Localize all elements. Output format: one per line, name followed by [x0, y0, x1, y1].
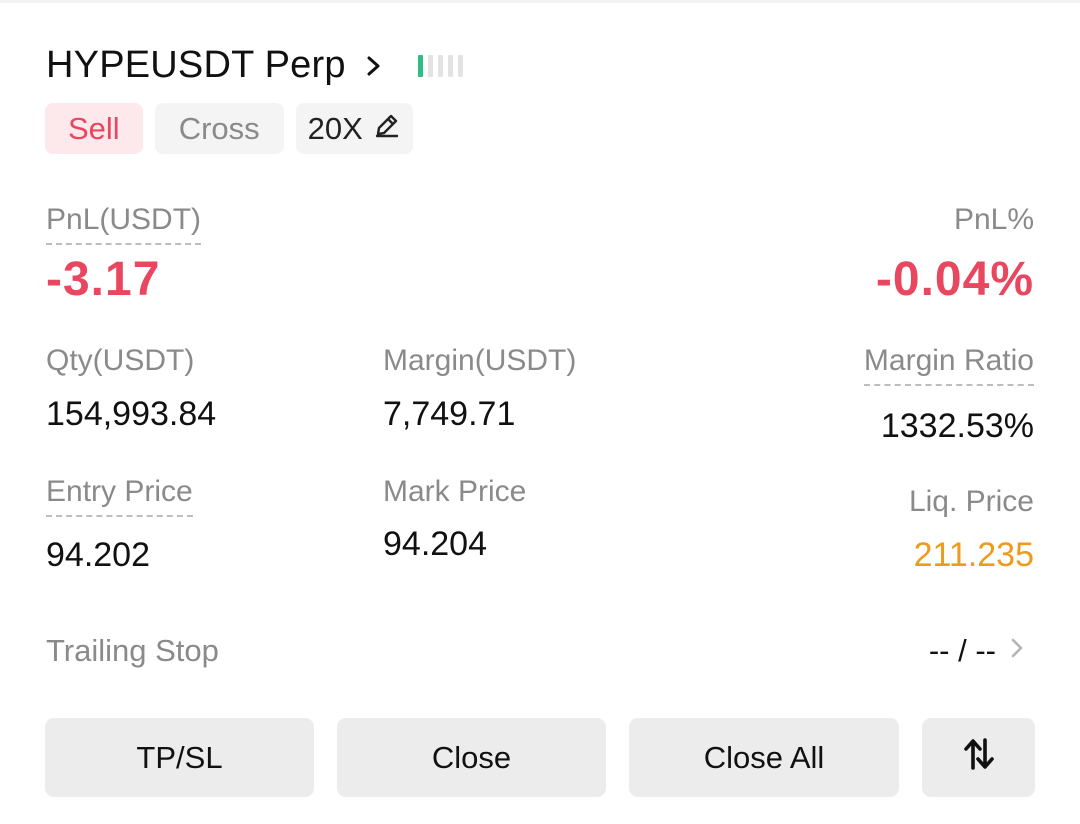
side-badge: Sell	[45, 103, 143, 154]
chevron-right-icon	[1010, 633, 1024, 669]
liq-price-label: Liq. Price	[908, 485, 1034, 518]
qty-value: 154,993.84	[46, 395, 217, 433]
trailing-stop-value: -- / --	[928, 633, 996, 668]
pnl-percent-value: -0.04%	[875, 253, 1034, 306]
leverage-value: 20X	[307, 110, 363, 146]
signal-bar	[457, 54, 463, 77]
pencil-icon	[373, 111, 401, 147]
tpsl-button[interactable]: TP/SL	[45, 718, 314, 797]
signal-bar	[447, 54, 453, 77]
top-divider	[0, 0, 1080, 3]
entry-price-value: 94.202	[46, 536, 150, 574]
mark-price-value: 94.204	[383, 525, 487, 563]
close-all-button[interactable]: Close All	[629, 718, 899, 797]
signal-bar	[437, 54, 443, 77]
reverse-position-button[interactable]	[922, 718, 1035, 797]
pnl-label[interactable]: PnL(USDT)	[46, 205, 202, 245]
margin-label: Margin(USDT)	[383, 344, 577, 377]
leverage-button[interactable]: 20X	[295, 103, 413, 154]
position-header[interactable]: HYPEUSDT Perp	[46, 44, 463, 87]
margin-ratio-value: 1332.53%	[880, 407, 1034, 445]
mark-price-label: Mark Price	[383, 475, 527, 508]
pnl-value: -3.17	[46, 253, 161, 306]
position-tags: Sell Cross 20X	[45, 103, 413, 154]
signal-bar	[427, 54, 433, 77]
close-button[interactable]: Close	[337, 718, 606, 797]
margin-mode-badge[interactable]: Cross	[154, 103, 284, 154]
liq-price-value: 211.235	[913, 536, 1034, 574]
swap-arrows-icon	[962, 736, 996, 780]
signal-bars-icon	[417, 54, 463, 77]
trailing-stop-row[interactable]: -- / --	[929, 633, 1024, 669]
pnl-percent-label: PnL%	[953, 203, 1034, 236]
margin-value: 7,749.71	[383, 395, 516, 433]
margin-ratio-label[interactable]: Margin Ratio	[863, 346, 1034, 386]
symbol-title: HYPEUSDT Perp	[46, 44, 346, 86]
entry-price-label[interactable]: Entry Price	[46, 477, 193, 517]
trailing-stop-label: Trailing Stop	[46, 633, 219, 668]
qty-label: Qty(USDT)	[46, 344, 195, 377]
chevron-right-icon[interactable]	[366, 51, 388, 81]
signal-bar	[417, 54, 423, 77]
